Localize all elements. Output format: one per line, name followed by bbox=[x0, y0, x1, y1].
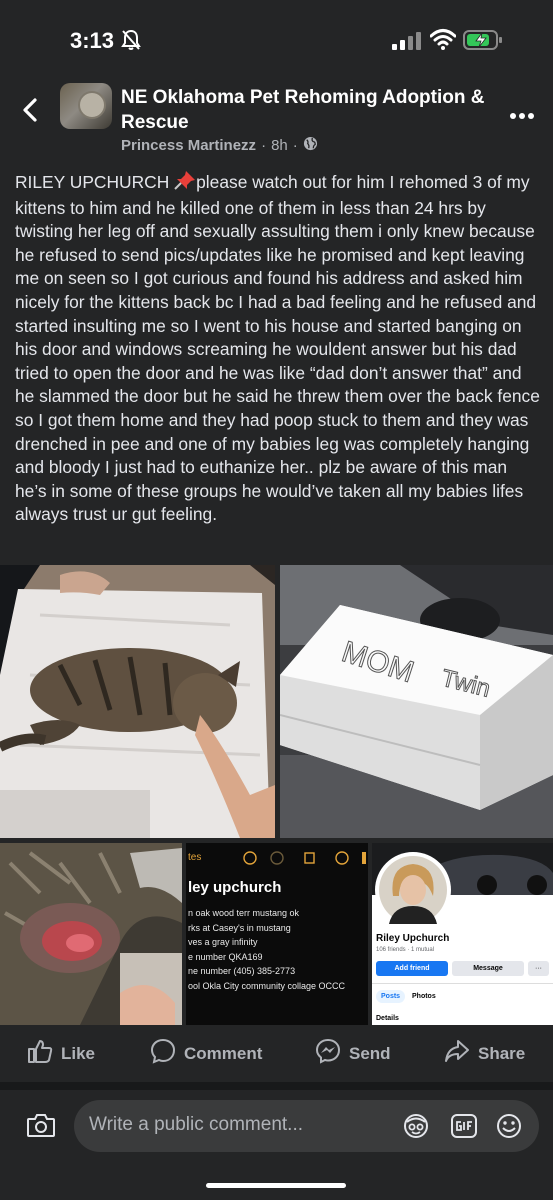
notes-line: ool Okla City community collage OCCC bbox=[188, 980, 346, 991]
notes-line: e number QKA169 bbox=[188, 951, 263, 962]
profile-name: Riley Upchurch bbox=[376, 933, 450, 944]
send-button[interactable]: Send bbox=[315, 1038, 391, 1069]
photo-profile-screenshot[interactable]: Riley Upchurch 106 friends · 1 mutual Ad… bbox=[372, 843, 553, 1025]
post-meta: Princess Martinezz · 8h · bbox=[121, 136, 318, 155]
profile-more-button: ··· bbox=[528, 961, 549, 976]
author-name[interactable]: Princess Martinezz bbox=[121, 137, 256, 154]
share-icon bbox=[444, 1038, 470, 1069]
bell-slash-icon bbox=[121, 29, 141, 56]
post-header: NE Oklahoma Pet Rehoming Adoption & Resc… bbox=[0, 80, 553, 160]
camera-icon[interactable] bbox=[26, 1112, 56, 1143]
emoji-icon[interactable] bbox=[495, 1113, 523, 1144]
globe-icon bbox=[303, 136, 318, 155]
profile-tab-photos: Photos bbox=[412, 993, 436, 1000]
share-label: Share bbox=[478, 1043, 526, 1063]
wifi-icon bbox=[429, 28, 457, 55]
add-friend-button: Add friend bbox=[376, 961, 448, 976]
battery-charging-icon bbox=[463, 30, 503, 55]
group-avatar[interactable] bbox=[60, 83, 112, 129]
post-text-body: please watch out for him I rehomed 3 of … bbox=[15, 172, 540, 525]
notes-toolbar-icons bbox=[243, 851, 366, 865]
share-button[interactable]: Share bbox=[444, 1038, 525, 1069]
meta-separator: · bbox=[261, 137, 267, 154]
comment-placeholder: Write a public comment... bbox=[89, 1114, 304, 1135]
home-indicator[interactable] bbox=[206, 1183, 346, 1188]
gif-icon[interactable] bbox=[450, 1113, 478, 1144]
profile-tab-posts: Posts bbox=[376, 990, 406, 1003]
like-button[interactable]: Like bbox=[27, 1038, 95, 1069]
notes-line: n oak wood terr mustang ok bbox=[188, 908, 300, 918]
avatar-sticker-icon[interactable] bbox=[402, 1113, 430, 1144]
notes-line: ves a gray infinity bbox=[188, 937, 258, 947]
post-actions: Like Comment Send Share bbox=[0, 1028, 553, 1074]
status-time: 3:13 bbox=[70, 28, 115, 53]
messenger-icon bbox=[315, 1038, 341, 1069]
photo-cat-on-pad[interactable] bbox=[0, 565, 275, 838]
post-text-start: RILEY UPCHURCH bbox=[15, 172, 175, 192]
group-name[interactable]: NE Oklahoma Pet Rehoming Adoption & Resc… bbox=[121, 85, 491, 135]
post-time[interactable]: 8h bbox=[271, 137, 288, 154]
profile-details-heading: Details bbox=[376, 1015, 399, 1022]
photo-white-box[interactable]: MOM Twin bbox=[280, 565, 553, 838]
comment-input[interactable]: Write a public comment... bbox=[74, 1100, 539, 1152]
profile-divider bbox=[372, 983, 553, 984]
notes-body: n oak wood terr mustang ok rks at Casey'… bbox=[188, 906, 345, 993]
notes-line: rks at Casey's in mustang bbox=[188, 922, 291, 933]
photo-notes-screenshot[interactable]: tes ley upchurch n oak wood terr mustang… bbox=[186, 843, 368, 1025]
status-bar: 3:13 bbox=[0, 0, 553, 80]
notes-back-label: tes bbox=[188, 852, 202, 863]
back-arrow-icon[interactable] bbox=[20, 97, 40, 128]
comment-label: Comment bbox=[184, 1043, 263, 1063]
cellular-signal-icon bbox=[392, 32, 422, 55]
notes-title: ley upchurch bbox=[188, 879, 282, 896]
like-label: Like bbox=[61, 1043, 96, 1063]
comment-bar: Write a public comment... bbox=[0, 1090, 553, 1200]
post-text: RILEY UPCHURCH please watch out for him … bbox=[15, 170, 540, 527]
like-icon bbox=[27, 1038, 53, 1069]
comment-button[interactable]: Comment bbox=[150, 1038, 262, 1069]
message-button: Message bbox=[452, 961, 524, 976]
more-options-icon[interactable] bbox=[509, 107, 535, 125]
profile-friends: 106 friends · 1 mutual bbox=[376, 947, 435, 953]
comment-icon bbox=[150, 1038, 176, 1069]
pushpin-icon bbox=[174, 170, 196, 197]
section-divider bbox=[0, 1082, 553, 1090]
meta-separator-2: · bbox=[292, 137, 298, 154]
send-label: Send bbox=[349, 1043, 391, 1063]
notes-line: ne number (405) 385-2773 bbox=[188, 966, 296, 976]
photo-injured-cat[interactable] bbox=[0, 843, 182, 1025]
profile-avatar bbox=[379, 856, 447, 924]
